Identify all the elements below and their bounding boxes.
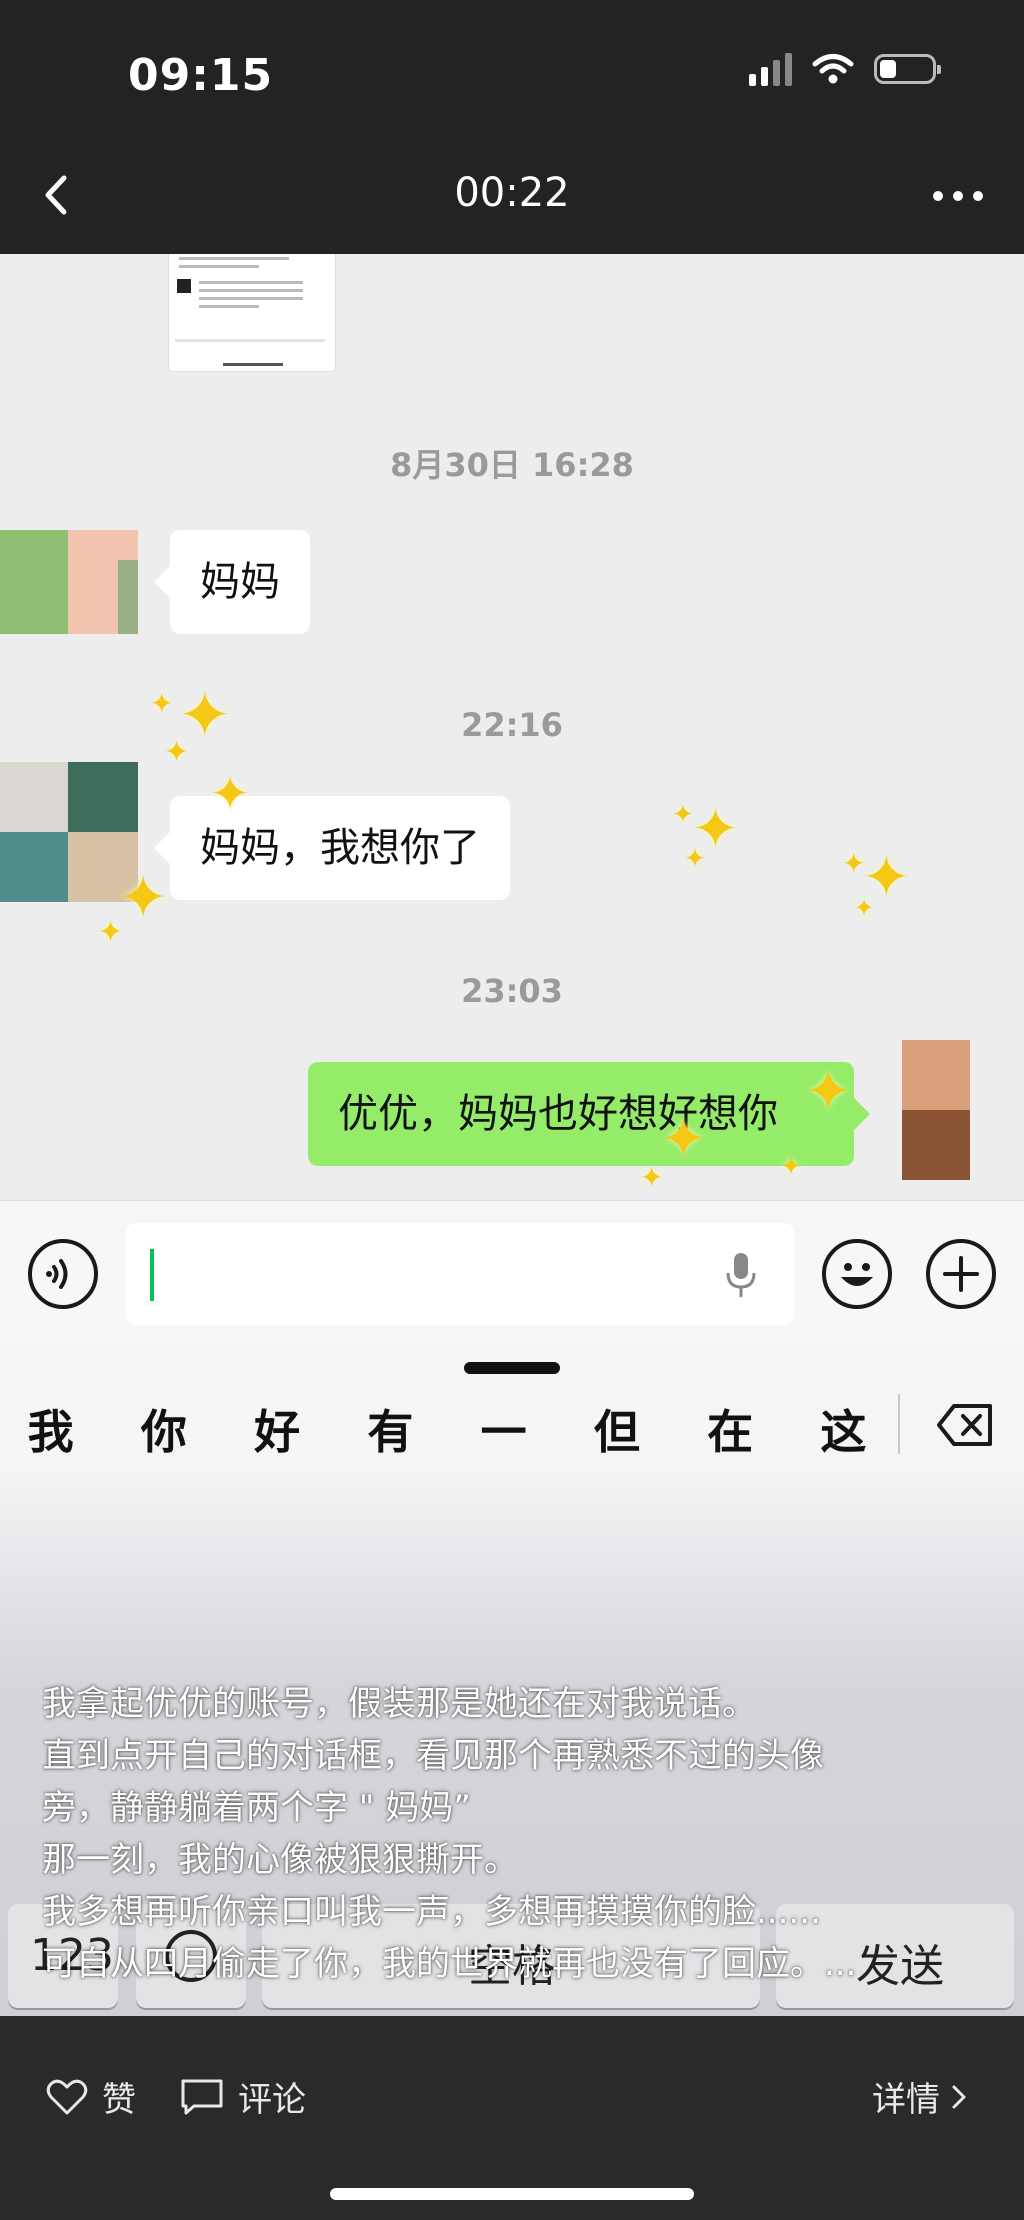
comment-button[interactable]: 评论 — [180, 2072, 306, 2121]
chat-area: 8月30日 16:28 妈妈 22:16 妈妈，我想你了 23:03 优优，妈妈… — [0, 254, 1024, 1200]
candidate-word[interactable]: 在 — [674, 1396, 787, 1462]
top-bar: 09:15 00:22 — [0, 0, 1024, 254]
candidate-word[interactable]: 好 — [221, 1396, 334, 1462]
avatar[interactable] — [0, 530, 138, 634]
more-functions-button[interactable] — [926, 1239, 996, 1309]
thumb-avatar — [177, 279, 191, 293]
sparkle-icon: ✦ — [842, 847, 866, 880]
chat-input-bar — [0, 1200, 1024, 1347]
chevron-right-icon — [952, 2085, 966, 2108]
voice-input-button[interactable] — [28, 1239, 98, 1309]
more-icon[interactable] — [928, 176, 988, 216]
like-label: 赞 — [102, 2080, 136, 2120]
details-button[interactable]: 详情 — [872, 2072, 972, 2121]
sparkle-icon: ✦ — [780, 1152, 802, 1182]
backspace-icon[interactable] — [936, 1402, 994, 1448]
sparkle-icon: ✦ — [210, 766, 251, 822]
microphone-icon[interactable] — [724, 1251, 758, 1299]
comment-icon — [181, 2079, 223, 2114]
sparkle-icon: ✦ — [118, 863, 169, 933]
post-action-bar: 赞 评论 详情 — [0, 2016, 1024, 2220]
sparkle-icon: ✦ — [672, 800, 694, 830]
candidate-word[interactable]: 一 — [447, 1396, 560, 1462]
candidate-word[interactable]: 你 — [107, 1396, 220, 1462]
image-message-thumbnail[interactable] — [168, 254, 336, 372]
candidate-word[interactable]: 我 — [0, 1396, 107, 1462]
voice-icon — [46, 1259, 68, 1289]
incoming-message-bubble[interactable]: 妈妈 — [154, 530, 310, 634]
plus-icon — [943, 1256, 979, 1292]
sparkle-icon: ✦ — [640, 1161, 664, 1194]
sparkle-icon: ✦ — [854, 894, 875, 922]
timestamp: 23:03 — [461, 972, 563, 1010]
caption-line: 我拿起优优的账号，假装那是她还在对我说话。 — [42, 1684, 756, 1724]
wifi-icon — [812, 54, 854, 84]
battery-icon — [874, 54, 941, 84]
candidate-bar: 我 你 好 有 一 但 在 这 — [0, 1396, 900, 1462]
caption-line: 可自从四月偷走了你，我的世界就再也没有了回应。... — [42, 1944, 857, 1984]
message-input[interactable] — [126, 1223, 794, 1325]
candidate-word[interactable]: 但 — [560, 1396, 673, 1462]
status-time: 09:15 — [128, 50, 274, 101]
comment-label: 评论 — [238, 2080, 306, 2120]
like-button[interactable]: 赞 — [46, 2072, 136, 2121]
page-title: 00:22 — [454, 170, 570, 216]
keyboard-handle[interactable] — [464, 1362, 560, 1374]
candidate-word[interactable]: 有 — [334, 1396, 447, 1462]
sparkle-icon: ✦ — [804, 1057, 853, 1125]
sparkle-icon: ✦ — [660, 1107, 707, 1172]
home-indicator — [330, 2188, 694, 2200]
video-caption: 我拿起优优的账号，假装那是她还在对我说话。 直到点开自己的对话框，看见那个再熟悉… — [42, 1678, 1002, 1990]
candidate-divider — [898, 1394, 900, 1454]
heart-icon — [46, 2079, 88, 2114]
sparkle-icon: ✦ — [684, 844, 706, 874]
status-icons — [749, 52, 941, 86]
timestamp: 8月30日 16:28 — [390, 446, 634, 484]
details-label: 详情 — [872, 2080, 940, 2120]
caption-line: 直到点开自己的对话框，看见那个再熟悉不过的头像 — [42, 1736, 824, 1776]
candidate-word[interactable]: 这 — [787, 1396, 900, 1462]
sparkle-icon: ✦ — [98, 915, 124, 950]
outgoing-message-bubble[interactable]: 优优，妈妈也好想好想你 — [308, 1062, 870, 1166]
caption-line: 那一刻，我的心像被狠狠撕开。 — [42, 1840, 518, 1880]
signal-icon — [749, 52, 792, 86]
emoji-button[interactable] — [822, 1239, 892, 1309]
emoji-icon — [841, 1263, 873, 1286]
caption-line: 旁，静静躺着两个字 " 妈妈” — [42, 1788, 471, 1828]
text-cursor — [150, 1249, 154, 1301]
sparkle-icon: ✦ — [150, 687, 174, 720]
caption-line: 我多想再听你亲口叫我一声，多想再摸摸你的脸...... — [42, 1892, 821, 1932]
my-avatar[interactable] — [902, 1040, 970, 1180]
sparkle-icon: ✦ — [164, 735, 190, 770]
